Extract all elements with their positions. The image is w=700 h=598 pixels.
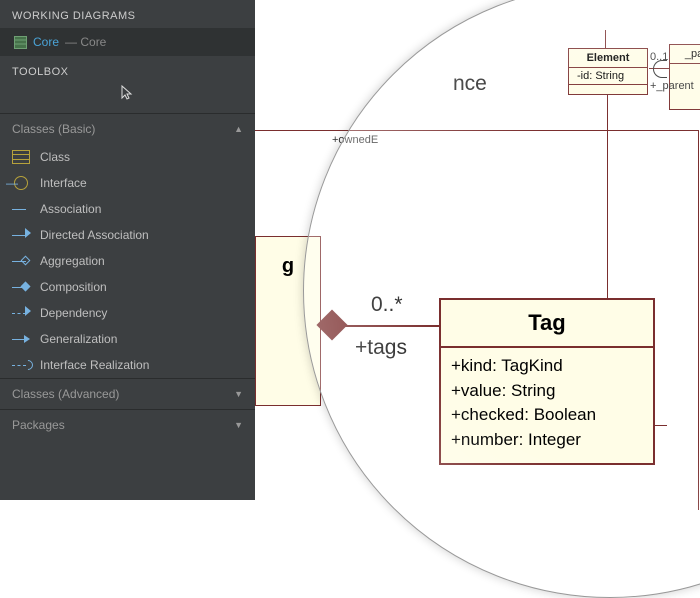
chevron-down-icon: ▼ <box>234 389 243 399</box>
tool-class[interactable]: Class <box>0 144 255 170</box>
sidebar: WORKING DIAGRAMS Core — Core TOOLBOX Cla… <box>0 0 255 500</box>
group-classes-basic[interactable]: Classes (Basic) ▲ <box>0 113 255 144</box>
diagram-item[interactable]: Core — Core <box>0 28 255 56</box>
interface-icon <box>12 176 30 190</box>
tool-label: Association <box>40 202 101 216</box>
role-label: +_parent <box>650 80 694 92</box>
diagram-canvas[interactable]: Element -id: String _pare 0..1 +_parent … <box>255 0 700 500</box>
uml-class-element[interactable]: Element -id: String <box>568 48 648 95</box>
tool-label: Interface Realization <box>40 358 149 372</box>
multiplicity-label: 0..* <box>371 293 403 317</box>
class-name: Tag <box>441 300 653 348</box>
tool-dependency[interactable]: Dependency <box>0 300 255 326</box>
owned-label: +ownedE <box>332 134 378 146</box>
connector <box>605 30 606 48</box>
class-attr: +kind: TagKind <box>451 354 643 379</box>
tool-association[interactable]: Association <box>0 196 255 222</box>
aggregation-icon <box>12 254 30 268</box>
uml-class-left[interactable]: g <box>255 236 321 406</box>
dependency-icon <box>12 306 30 320</box>
composition-icon <box>12 280 30 294</box>
pointer-tool[interactable] <box>0 82 255 113</box>
tool-label: Interface <box>40 176 87 190</box>
diagram-subtitle: — Core <box>65 35 106 49</box>
group-label: Classes (Basic) <box>12 122 95 136</box>
class-attr: +number: Integer <box>451 428 643 453</box>
group-packages[interactable]: Packages ▼ <box>0 409 255 440</box>
tool-label: Dependency <box>40 306 107 320</box>
class-attributes: +kind: TagKind +value: String +checked: … <box>441 348 653 463</box>
uml-class-parent[interactable]: _pare <box>669 44 700 110</box>
class-name: _pare <box>670 45 700 64</box>
class-name: Element <box>569 49 647 68</box>
tool-interface[interactable]: Interface <box>0 170 255 196</box>
tool-interface-realization[interactable]: Interface Realization <box>0 352 255 378</box>
tool-label: Composition <box>40 280 107 294</box>
diagram-name: Core <box>33 35 59 49</box>
pointer-icon <box>118 84 136 102</box>
tool-generalization[interactable]: Generalization <box>0 326 255 352</box>
class-attr: +checked: Boolean <box>451 403 643 428</box>
class-name: g <box>256 237 320 296</box>
class-ops <box>569 84 647 94</box>
class-attr: +value: String <box>451 379 643 404</box>
working-diagrams-title: WORKING DIAGRAMS <box>0 0 255 28</box>
text-fragment: nce <box>453 72 487 96</box>
tool-label: Generalization <box>40 332 117 346</box>
class-diagram-icon <box>14 36 27 49</box>
tool-aggregation[interactable]: Aggregation <box>0 248 255 274</box>
connector <box>341 325 439 327</box>
class-icon <box>12 150 30 164</box>
generalization-icon <box>12 332 30 346</box>
tool-label: Directed Association <box>40 228 149 242</box>
chevron-up-icon: ▲ <box>234 124 243 134</box>
multiplicity-label: 0..1 <box>650 51 668 63</box>
group-classes-advanced[interactable]: Classes (Advanced) ▼ <box>0 378 255 409</box>
interface-realization-icon <box>12 358 30 372</box>
group-label: Packages <box>12 418 65 432</box>
tool-label: Class <box>40 150 70 164</box>
class-attr: -id: String <box>569 68 647 84</box>
toolbox-title: TOOLBOX <box>0 56 255 82</box>
role-label: +tags <box>355 336 407 360</box>
directed-association-icon <box>12 228 30 242</box>
association-icon <box>12 202 30 216</box>
tool-composition[interactable]: Composition <box>0 274 255 300</box>
tool-label: Aggregation <box>40 254 105 268</box>
group-label: Classes (Advanced) <box>12 387 119 401</box>
chevron-down-icon: ▼ <box>234 420 243 430</box>
uml-class-tag[interactable]: Tag +kind: TagKind +value: String +check… <box>439 298 655 465</box>
tool-directed-association[interactable]: Directed Association <box>0 222 255 248</box>
